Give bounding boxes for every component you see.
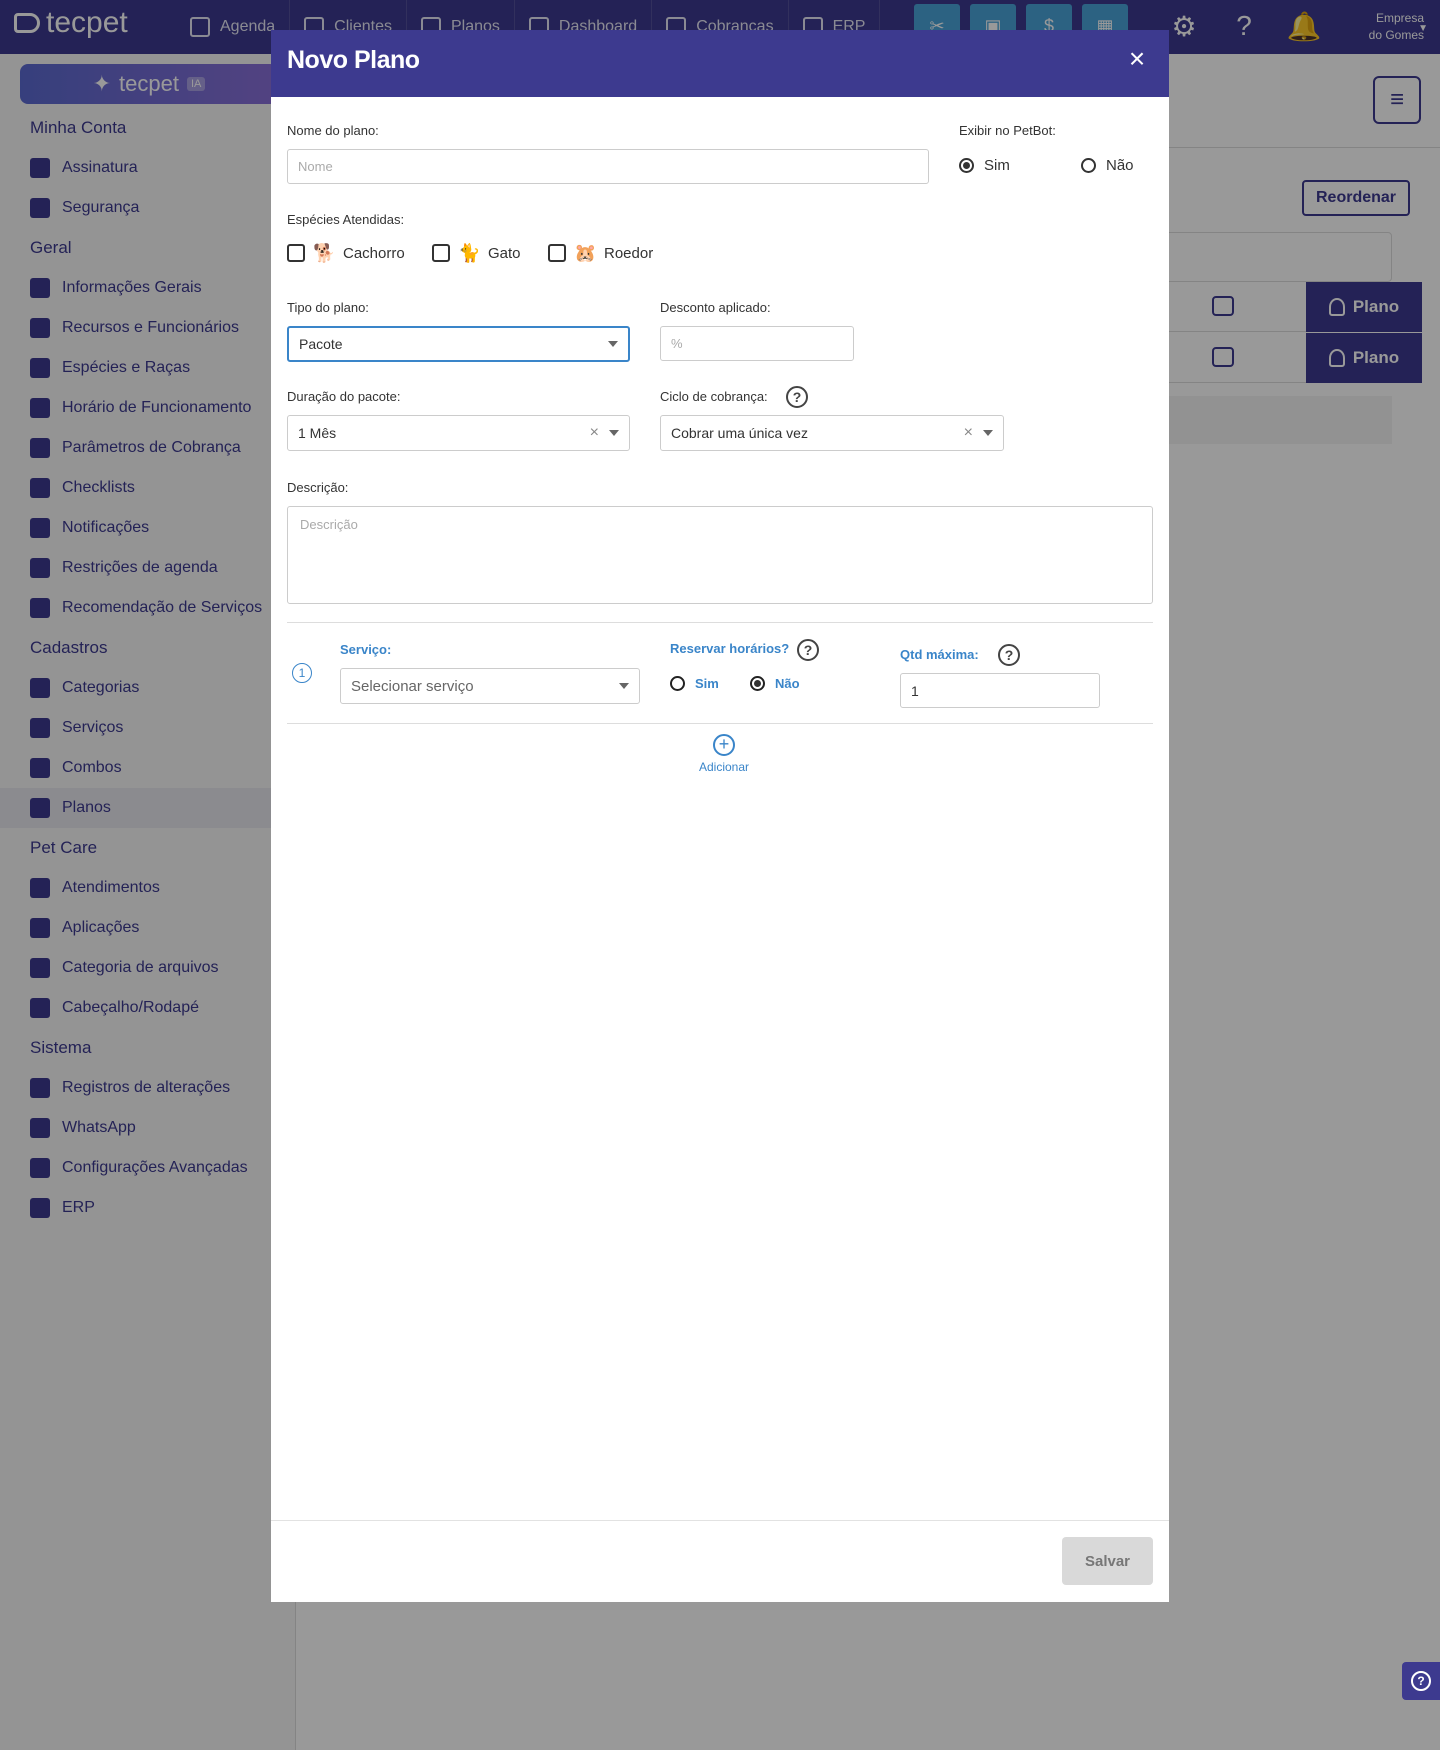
- save-button[interactable]: Salvar: [1062, 1537, 1153, 1585]
- species-cat-checkbox[interactable]: 🐈 Gato: [432, 241, 521, 265]
- plan-type-select[interactable]: Pacote: [287, 326, 630, 362]
- new-plan-modal: Novo Plano × Nome do plano: Nome Exibir …: [271, 30, 1169, 1602]
- chevron-down-icon: [609, 430, 619, 436]
- modal-header: Novo Plano ×: [271, 30, 1169, 97]
- add-service-button[interactable]: + Adicionar: [694, 734, 754, 774]
- billing-cycle-value: Cobrar uma única vez: [671, 425, 808, 441]
- dog-icon: 🐕: [313, 243, 336, 263]
- cat-icon: 🐈: [458, 243, 481, 263]
- plan-name-label: Nome do plano:: [287, 123, 379, 138]
- modal-footer-divider: [271, 1520, 1169, 1521]
- description-placeholder: Descrição: [300, 517, 358, 532]
- clear-icon[interactable]: ×: [590, 424, 599, 442]
- max-qty-help-icon[interactable]: ?: [998, 644, 1020, 666]
- species-dog-checkbox[interactable]: 🐕 Cachorro: [287, 241, 405, 265]
- max-qty-value: 1: [911, 682, 919, 699]
- rodent-icon: 🐹: [574, 243, 597, 263]
- petbot-label: Exibir no PetBot:: [959, 123, 1056, 138]
- description-label: Descrição:: [287, 480, 349, 495]
- plan-name-placeholder: Nome: [298, 159, 333, 174]
- divider: [287, 622, 1153, 623]
- floating-help-button[interactable]: ?: [1402, 1662, 1440, 1700]
- duration-label: Duração do pacote:: [287, 389, 401, 404]
- reserve-slots-label: Reservar horários?: [670, 641, 790, 656]
- billing-cycle-label: Ciclo de cobrança:: [660, 389, 768, 404]
- description-textarea[interactable]: Descrição: [287, 506, 1153, 604]
- discount-label: Desconto aplicado:: [660, 300, 771, 315]
- species-rodent-checkbox[interactable]: 🐹 Roedor: [548, 241, 653, 265]
- species-label: Espécies Atendidas:: [287, 212, 405, 227]
- max-qty-label: Qtd máxima:: [900, 647, 979, 662]
- chevron-down-icon: [608, 341, 618, 347]
- petbot-yes-radio[interactable]: Sim: [959, 157, 1010, 174]
- plan-name-input[interactable]: Nome: [287, 149, 929, 184]
- plus-circle-icon: +: [713, 734, 735, 756]
- service-placeholder: Selecionar serviço: [351, 677, 474, 695]
- close-icon[interactable]: ×: [1121, 44, 1153, 76]
- plan-type-value: Pacote: [299, 336, 343, 352]
- petbot-no-radio[interactable]: Não: [1081, 157, 1134, 174]
- chevron-down-icon: [619, 683, 629, 689]
- max-qty-input[interactable]: 1: [900, 673, 1100, 708]
- duration-value: 1 Mês: [298, 425, 337, 441]
- chevron-down-icon: [983, 430, 993, 436]
- plan-type-label: Tipo do plano:: [287, 300, 369, 315]
- modal-title: Novo Plano: [287, 46, 420, 74]
- reserve-yes-radio[interactable]: Sim: [670, 676, 719, 691]
- reserve-no-radio[interactable]: Não: [750, 676, 800, 691]
- divider: [287, 723, 1153, 724]
- billing-cycle-select[interactable]: Cobrar uma única vez ×: [660, 415, 1004, 451]
- discount-placeholder: %: [671, 336, 683, 351]
- service-label: Serviço:: [340, 642, 392, 657]
- clear-icon[interactable]: ×: [964, 424, 973, 442]
- reserve-slots-help-icon[interactable]: ?: [797, 639, 819, 661]
- discount-input[interactable]: %: [660, 326, 854, 361]
- help-circle-icon: ?: [1411, 1671, 1431, 1691]
- billing-cycle-help-icon[interactable]: ?: [786, 386, 808, 408]
- duration-select[interactable]: 1 Mês ×: [287, 415, 630, 451]
- service-step-number: 1: [292, 663, 312, 683]
- service-select[interactable]: Selecionar serviço: [340, 668, 640, 704]
